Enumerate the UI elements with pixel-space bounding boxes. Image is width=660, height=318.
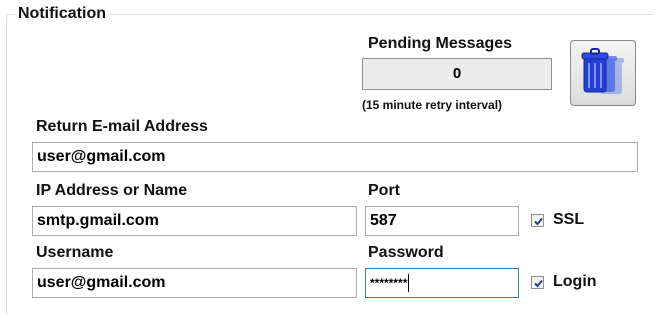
login-checkbox-group[interactable]: Login [531, 271, 597, 293]
login-label: Login [553, 273, 597, 290]
trash-bin-icon [581, 48, 624, 94]
notification-group-title: Notification [14, 5, 110, 23]
username-label: Username [36, 244, 114, 261]
checkmark-icon [534, 279, 543, 287]
ssl-checkbox-group[interactable]: SSL [531, 209, 584, 231]
server-address-label: IP Address or Name [36, 182, 188, 199]
return-email-input[interactable]: user@gmail.com [32, 142, 638, 172]
purge-messages-button[interactable] [570, 40, 636, 106]
pending-messages-count: 0 [362, 58, 552, 90]
pending-messages-label: Pending Messages [368, 35, 513, 52]
ssl-checkbox[interactable] [531, 213, 544, 227]
server-address-input[interactable]: smtp.gmail.com [32, 206, 357, 236]
password-label: Password [368, 244, 444, 261]
username-input[interactable]: user@gmail.com [32, 268, 357, 298]
port-label: Port [368, 182, 400, 199]
password-input[interactable]: ******** [365, 268, 519, 298]
port-input[interactable]: 587 [365, 206, 519, 236]
ssl-label: SSL [553, 211, 585, 228]
password-masked-value: ******** [370, 276, 408, 290]
checkmark-icon [534, 217, 543, 225]
text-caret [408, 274, 410, 292]
login-checkbox[interactable] [531, 275, 544, 289]
return-email-label: Return E-mail Address [36, 118, 208, 135]
retry-interval-note: (15 minute retry interval) [362, 98, 503, 112]
